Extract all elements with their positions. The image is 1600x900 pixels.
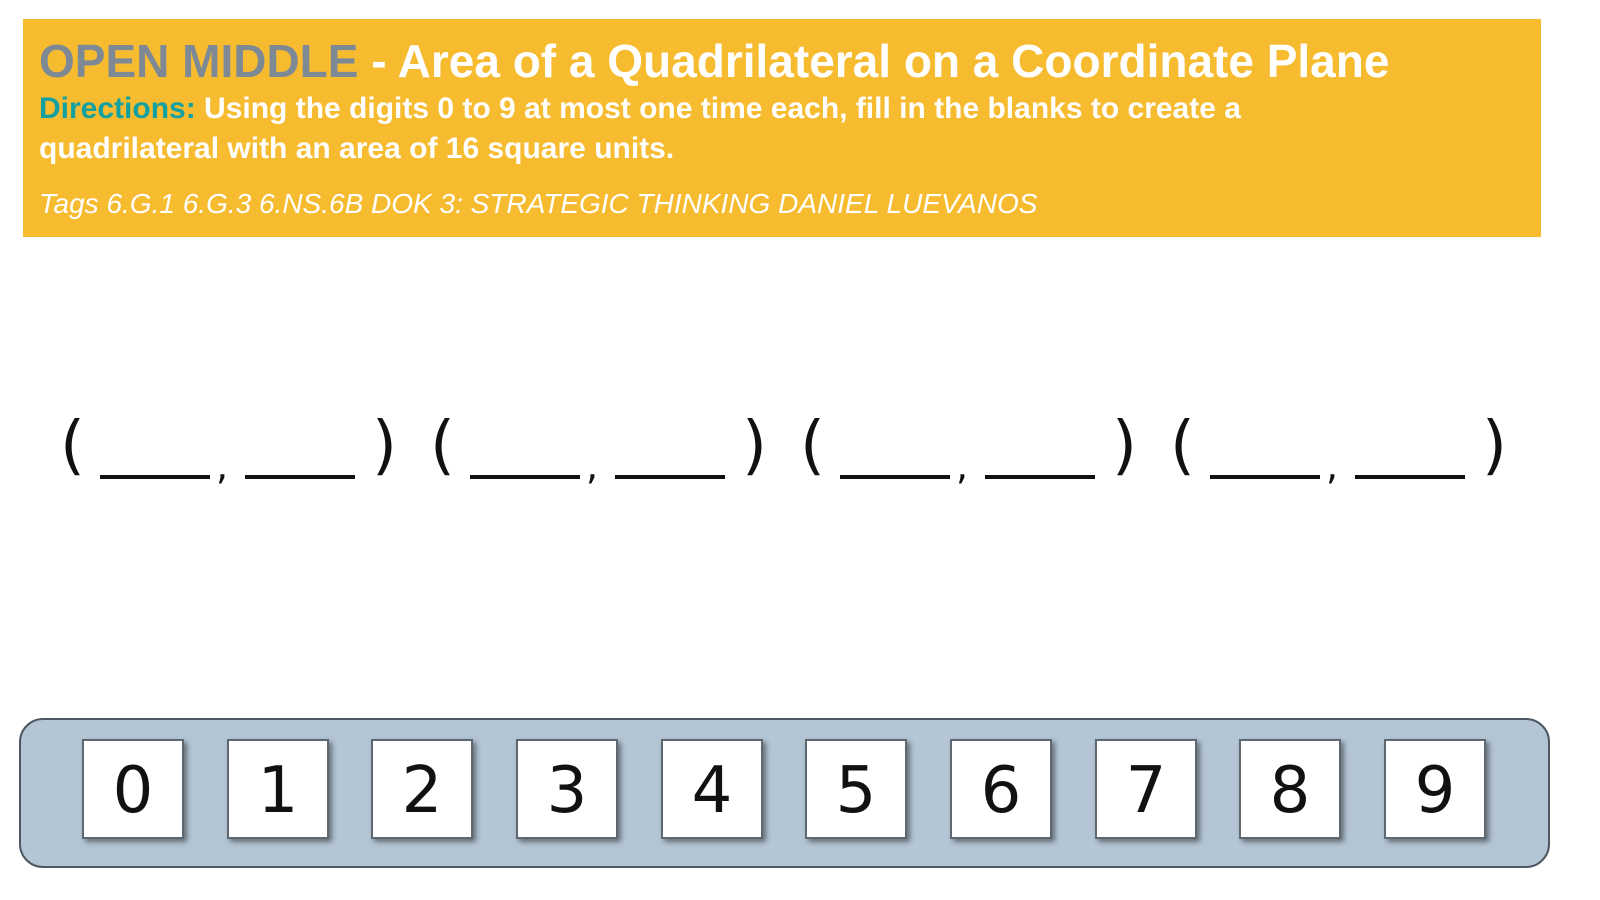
comma: , <box>1326 444 1339 488</box>
blank-x2[interactable] <box>470 475 580 479</box>
tags-line: Tags 6.G.1 6.G.3 6.NS.6B DOK 3: STRATEGI… <box>39 188 1038 219</box>
header-banner: OPEN MIDDLE - Area of a Quadrilateral on… <box>23 19 1541 237</box>
comma: , <box>586 444 599 488</box>
digit-tray: 0 1 2 3 4 5 6 7 8 9 <box>19 718 1550 868</box>
title-brand: OPEN MIDDLE <box>39 35 359 87</box>
digit-tile-3[interactable]: 3 <box>516 739 618 839</box>
digit-tile-8[interactable]: 8 <box>1239 739 1341 839</box>
close-paren: ) <box>1112 409 1137 483</box>
close-paren: ) <box>1482 409 1507 483</box>
blank-y2[interactable] <box>615 475 725 479</box>
close-paren: ) <box>372 409 397 483</box>
blank-x4[interactable] <box>1210 475 1320 479</box>
directions-text: Using the digits 0 to 9 at most one time… <box>39 92 1241 165</box>
digit-tile-4[interactable]: 4 <box>661 739 763 839</box>
digit-tile-7[interactable]: 7 <box>1095 739 1197 839</box>
open-paren: ( <box>1170 409 1195 483</box>
digit-tile-5[interactable]: 5 <box>805 739 907 839</box>
blank-y1[interactable] <box>245 475 355 479</box>
open-paren: ( <box>430 409 455 483</box>
blank-x3[interactable] <box>840 475 950 479</box>
digit-tile-1[interactable]: 1 <box>227 739 329 839</box>
blank-x1[interactable] <box>100 475 210 479</box>
digit-tile-9[interactable]: 9 <box>1384 739 1486 839</box>
open-paren: ( <box>800 409 825 483</box>
directions: Directions: Using the digits 0 to 9 at m… <box>39 89 1379 169</box>
directions-label: Directions: <box>39 92 196 125</box>
close-paren: ) <box>742 409 767 483</box>
title-text: - Area of a Quadrilateral on a Coordinat… <box>358 35 1390 87</box>
comma: , <box>956 444 969 488</box>
digit-tile-2[interactable]: 2 <box>371 739 473 839</box>
digit-tile-6[interactable]: 6 <box>950 739 1052 839</box>
comma: , <box>216 444 229 488</box>
open-paren: ( <box>60 409 85 483</box>
page-title: OPEN MIDDLE - Area of a Quadrilateral on… <box>39 35 1525 87</box>
coordinate-blanks: ( , ) ( , ) ( , ) ( , ) <box>50 402 1550 502</box>
blank-y4[interactable] <box>1355 475 1465 479</box>
digit-tile-0[interactable]: 0 <box>82 739 184 839</box>
blank-y3[interactable] <box>985 475 1095 479</box>
